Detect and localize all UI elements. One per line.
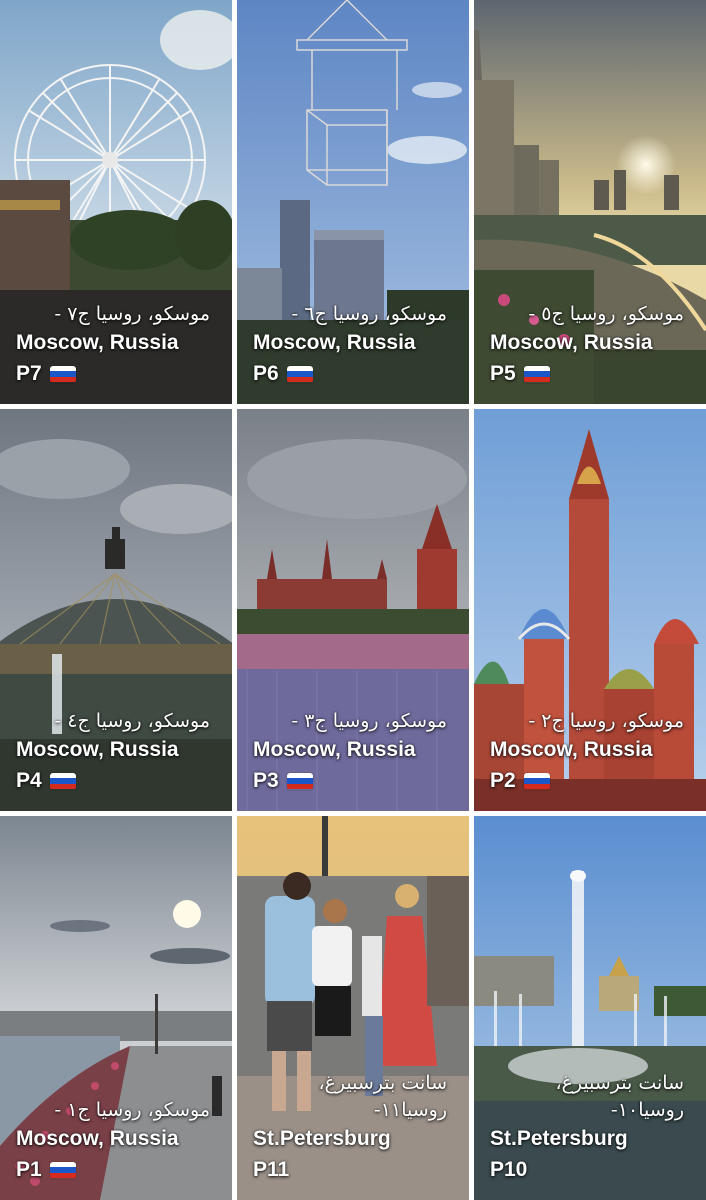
- caption-english: Moscow, Russia: [490, 331, 653, 354]
- photo-tile-p6[interactable]: موسكو، روسيا ج٦ - Moscow, Russia P6: [237, 0, 469, 404]
- photo-caption: موسكو، روسيا ج٧ - Moscow, Russia P7: [16, 301, 222, 390]
- photo-tile-p5[interactable]: موسكو، روسيا ج٥ - Moscow, Russia P5: [474, 0, 706, 404]
- photo-code: P2: [490, 769, 516, 792]
- photo-caption: سانت بترسبيرغ، روسيا١٠- St.Petersburg P1…: [490, 1070, 696, 1186]
- russia-flag-icon: [286, 365, 313, 383]
- caption-arabic-line2: روسيا١٠-: [610, 1099, 684, 1121]
- caption-arabic-line1: سانت بترسبيرغ،: [555, 1072, 684, 1094]
- photo-caption: موسكو، روسيا ج٤ - Moscow, Russia P4: [16, 708, 222, 797]
- caption-arabic-line1: سانت بترسبيرغ،: [318, 1072, 447, 1094]
- caption-arabic: موسكو، روسيا ج٤ -: [54, 710, 210, 732]
- photo-caption: سانت بترسبيرغ، روسيا١١- St.Petersburg P1…: [253, 1070, 459, 1186]
- photo-caption: موسكو، روسيا ج٣ - Moscow, Russia P3: [253, 708, 459, 797]
- caption-arabic: موسكو، روسيا ج٥ -: [528, 303, 684, 325]
- caption-arabic: موسكو، روسيا ج٢ -: [528, 710, 684, 732]
- photo-tile-p1[interactable]: موسكو، روسيا ج١ - Moscow, Russia P1: [0, 816, 232, 1200]
- russia-flag-icon: [523, 365, 550, 383]
- photo-code: P10: [490, 1158, 528, 1181]
- photo-code: P7: [16, 362, 42, 385]
- caption-english: Moscow, Russia: [253, 331, 416, 354]
- caption-english: Moscow, Russia: [16, 331, 179, 354]
- photo-grid: موسكو، روسيا ج٧ - Moscow, Russia P7 موسك…: [0, 0, 706, 1200]
- russia-flag-icon: [523, 772, 550, 790]
- russia-flag-icon: [49, 1161, 76, 1179]
- caption-english: Moscow, Russia: [253, 738, 416, 761]
- photo-caption: موسكو، روسيا ج٥ - Moscow, Russia P5: [490, 301, 696, 390]
- photo-code: P1: [16, 1158, 42, 1181]
- caption-arabic: موسكو، روسيا ج١ -: [54, 1099, 210, 1121]
- caption-english: Moscow, Russia: [16, 738, 179, 761]
- caption-arabic: موسكو، روسيا ج٧ -: [54, 303, 210, 325]
- russia-flag-icon: [49, 365, 76, 383]
- photo-code: P6: [253, 362, 279, 385]
- photo-code: P11: [253, 1158, 290, 1181]
- caption-english: St.Petersburg: [253, 1127, 391, 1150]
- caption-arabic: موسكو، روسيا ج٦ -: [291, 303, 447, 325]
- photo-caption: موسكو، روسيا ج٢ - Moscow, Russia P2: [490, 708, 696, 797]
- photo-caption: موسكو، روسيا ج١ - Moscow, Russia P1: [16, 1097, 222, 1186]
- photo-caption: موسكو، روسيا ج٦ - Moscow, Russia P6: [253, 301, 459, 390]
- russia-flag-icon: [49, 772, 76, 790]
- photo-tile-p4[interactable]: موسكو، روسيا ج٤ - Moscow, Russia P4: [0, 409, 232, 811]
- photo-code: P5: [490, 362, 516, 385]
- photo-tile-p11[interactable]: سانت بترسبيرغ، روسيا١١- St.Petersburg P1…: [237, 816, 469, 1200]
- photo-tile-p7[interactable]: موسكو، روسيا ج٧ - Moscow, Russia P7: [0, 0, 232, 404]
- caption-english: St.Petersburg: [490, 1127, 628, 1150]
- photo-code: P4: [16, 769, 42, 792]
- caption-arabic-line2: روسيا١١-: [373, 1099, 447, 1121]
- caption-english: Moscow, Russia: [16, 1127, 179, 1150]
- russia-flag-icon: [286, 772, 313, 790]
- photo-tile-p10[interactable]: سانت بترسبيرغ، روسيا١٠- St.Petersburg P1…: [474, 816, 706, 1200]
- caption-arabic: موسكو، روسيا ج٣ -: [291, 710, 447, 732]
- caption-english: Moscow, Russia: [490, 738, 653, 761]
- photo-code: P3: [253, 769, 279, 792]
- photo-tile-p3[interactable]: موسكو، روسيا ج٣ - Moscow, Russia P3: [237, 409, 469, 811]
- photo-tile-p2[interactable]: موسكو، روسيا ج٢ - Moscow, Russia P2: [474, 409, 706, 811]
